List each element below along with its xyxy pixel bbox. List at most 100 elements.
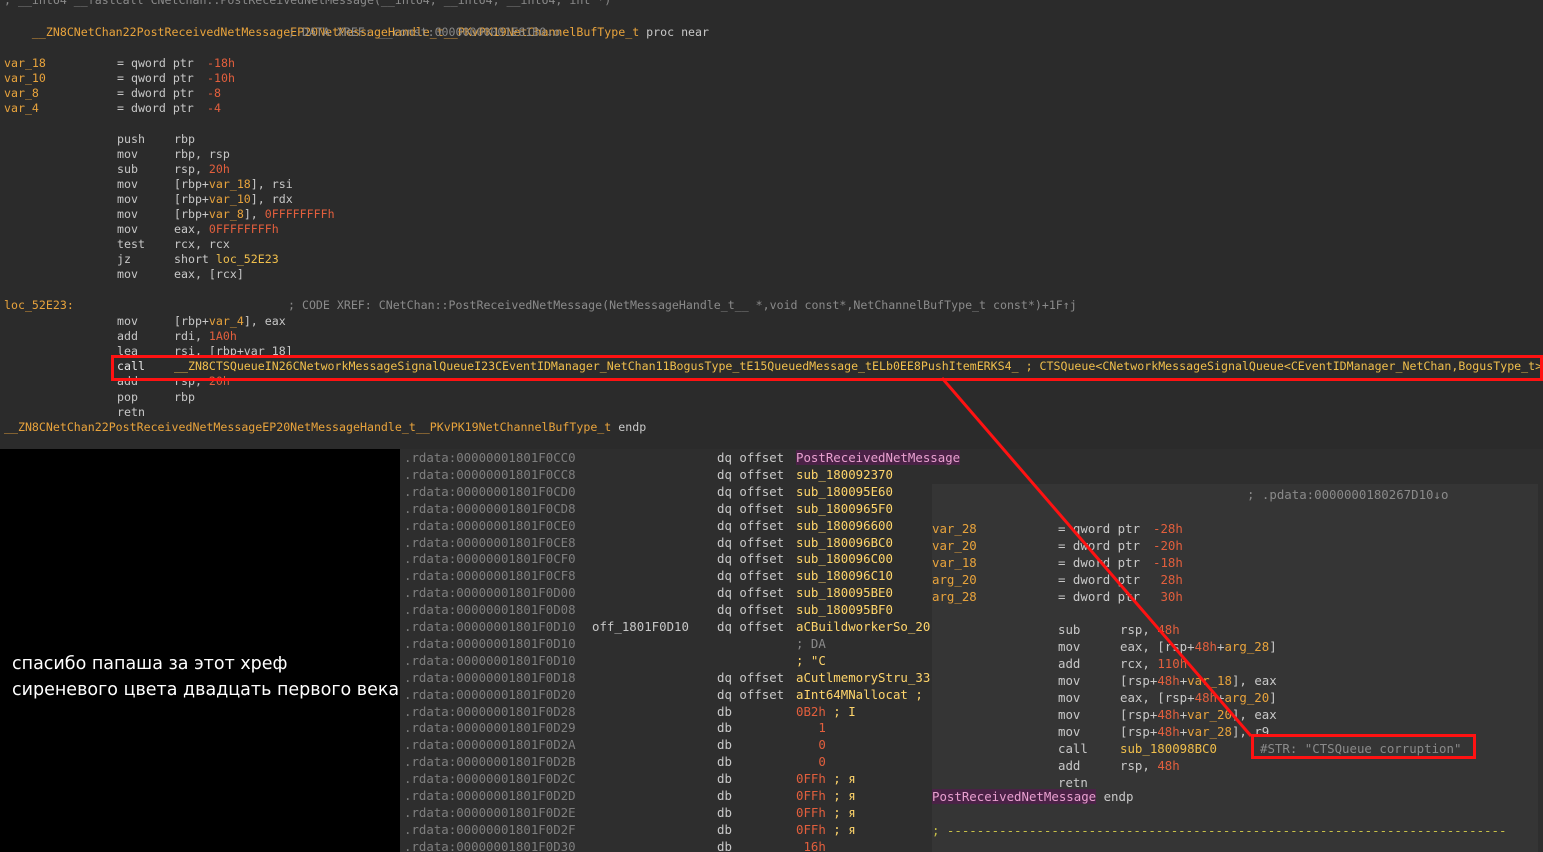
operand: eax, [174,222,209,236]
rdata-directive: db [717,821,732,837]
rdata-value: aInt64MNallocat ; [796,686,923,702]
rdata-address: .rdata:00000001801F0D2F [404,821,576,837]
var-type: = dword ptr [1058,538,1141,553]
operand: [rsp+ [1120,673,1158,688]
immediate: 1A0h [208,329,237,343]
rdata-directive: dq offset [717,483,785,499]
immediate: 48h [1157,758,1180,773]
proc-end-name: PostReceivedNetMessage [932,789,1097,804]
pdata-xref-comment[interactable]: ; .pdata:0000000180267D10↓o [1247,486,1448,503]
mnemonic: mov [117,314,138,328]
var-ref: var_10 [208,192,251,206]
caption: спасибо папаша за этот хреф сиреневого ц… [12,651,399,703]
rdata-value: 0FFh [796,771,826,787]
var-type: = dword ptr [117,86,194,100]
rdata-address: .rdata:00000001801F0CD8 [404,500,576,516]
mnemonic: mov [117,192,138,206]
rdata-address: .rdata:00000001801F0D2C [404,771,576,787]
rdata-value: 0 [796,754,826,770]
operand: rcx, [1120,656,1158,671]
rdata-directive: db [717,737,732,753]
var-offset: 28h [1153,572,1183,587]
rdata-address: .rdata:00000001801F0CD0 [404,483,576,499]
rdata-address: .rdata:00000001801F0CC8 [404,466,576,482]
mnemonic: mov [1058,707,1081,722]
immediate: 110h [1157,656,1188,671]
operand: eax, [rsp+ [1120,690,1195,705]
disassembly-view-top[interactable]: ; __int64 __fastcall CNetChan::PostRecei… [0,0,1543,449]
var-name: var_10 [4,71,46,85]
var-name: var_8 [4,86,39,100]
rdata-address: .rdata:00000001801F0D30 [404,838,576,852]
rdata-value: sub_1800965F0 [796,500,893,516]
var-type: = dword ptr [1058,572,1141,587]
mnemonic: retn [117,405,145,419]
immediate: 48h [1157,622,1180,637]
rdata-value: sub_180096BC0 [796,534,893,550]
rdata-address: .rdata:00000001801F0D2B [404,754,576,770]
mnemonic: mov [1058,724,1081,739]
endp-keyword: endp [1096,789,1134,804]
var-offset: -10h [207,71,235,85]
loc-label[interactable]: loc_52E23: [4,298,74,313]
separator-line: ; --------------------------------------… [932,823,1507,838]
disassembly-view-target[interactable]: ; .pdata:0000000180267D10↓o var_28 = qwor… [932,484,1538,852]
var-ref: var_20 [1187,707,1232,722]
rdata-value: sub_180096600 [796,517,893,533]
mnemonic: mov [1058,673,1081,688]
operand: rsp, [1120,622,1158,637]
var-ref: arg_28 [1224,639,1270,654]
var-ref: var_4 [208,314,244,328]
rdata-tail: ; я [825,788,856,803]
operand: [rbp+ [174,207,209,221]
immediate: 48h [1157,673,1180,688]
rdata-value: ; DA [796,635,826,651]
rdata-directive: db [717,703,732,719]
rdata-address: .rdata:00000001801F0D2A [404,737,576,753]
immediate: 0FFFFFFFFh [264,207,335,221]
mnemonic: mov [117,177,138,191]
var-name: arg_28 [932,589,977,604]
rdata-value: ; "C [796,652,826,668]
data-xref-comment[interactable]: ; DATA XREF: __const:00000000001E81B0↓o [288,25,560,40]
immediate: 48h [1157,707,1180,722]
operand: ], [243,207,265,221]
operand: rbp [174,390,195,404]
var-type: = qword ptr [1058,521,1141,536]
operand: [rbp+ [174,314,209,328]
rdata-tail: ; я [825,804,856,820]
var-offset: -8 [207,86,221,100]
rdata-address: .rdata:00000001801F0D28 [404,703,576,719]
operand: eax, [rsp+ [1120,639,1195,654]
rdata-value: 1 [796,720,826,736]
jump-target-link: loc_52E23 [215,252,279,266]
rdata-value: sub_180095BE0 [796,585,893,601]
rdata-address: .rdata:00000001801F0CC0 [404,450,576,465]
immediate: 48h [1194,690,1217,705]
proc-end[interactable]: PostReceivedNetMessage endp [932,788,1133,805]
rdata-directive: dq offset [717,568,785,584]
mnemonic: add [117,329,138,343]
rdata-value: 16h [796,838,826,852]
rdata-directive: db [717,804,732,820]
operand: rbp, rsp [174,147,230,161]
mnemonic: sub [1058,622,1081,637]
operand: eax, [rcx] [174,267,244,281]
rdata-directive: db [717,788,732,803]
endp-keyword: endp [618,420,647,434]
var-name: var_18 [932,555,977,570]
operand: short [174,252,216,266]
operand: [rsp+ [1120,707,1158,722]
code-xref-comment[interactable]: ; CODE XREF: CNetChan::PostReceivedNetMe… [288,298,1077,313]
var-type: = qword ptr [117,71,194,85]
var-offset: -18h [207,56,235,70]
rdata-value: 0FFh [796,804,826,820]
mnemonic: pop [117,390,138,404]
proc-end[interactable]: __ZN8CNetChan22PostReceivedNetMessageEP2… [4,420,646,435]
call-target-link[interactable]: sub_180098BC0 [1120,740,1217,757]
var-offset: -18h [1153,555,1183,570]
rdata-address: .rdata:00000001801F0CE8 [404,534,576,550]
operand: ], eax [243,314,286,328]
rdata-directive: dq offset [717,517,785,533]
var-ref: arg_20 [1224,690,1270,705]
